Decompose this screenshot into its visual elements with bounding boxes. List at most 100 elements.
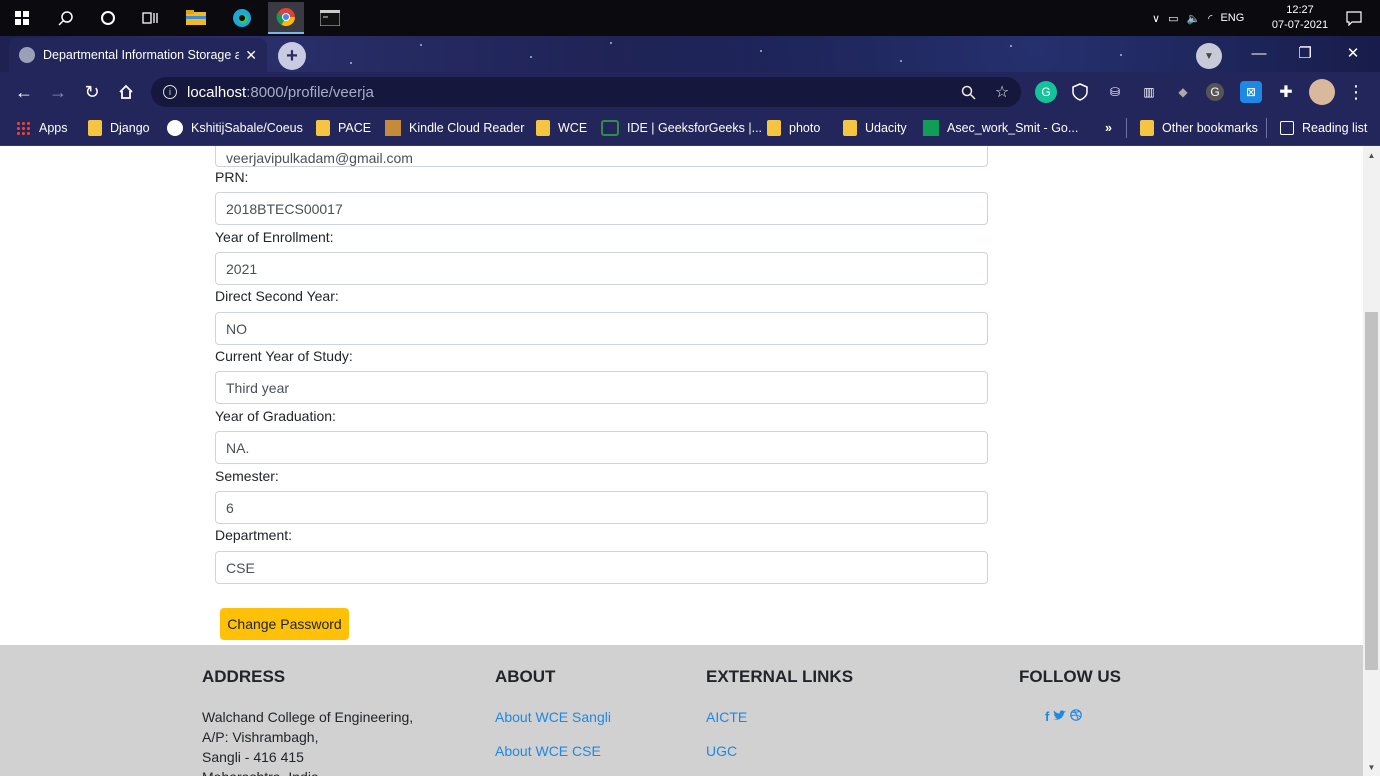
reload-icon[interactable]: ↻ xyxy=(80,80,104,104)
home-icon[interactable] xyxy=(114,80,138,104)
shield-icon[interactable] xyxy=(1069,81,1091,103)
scroll-thumb[interactable] xyxy=(1365,312,1378,670)
tab-active[interactable]: Departmental Information Storage a ✕ xyxy=(9,38,267,72)
account-extension-icon[interactable]: G xyxy=(1206,83,1224,101)
bookmark-wce[interactable]: WCE xyxy=(536,118,587,138)
folder-icon xyxy=(843,120,857,136)
battery-icon[interactable]: ▭ xyxy=(1168,12,1178,25)
bookmark-pace[interactable]: PACE xyxy=(316,118,371,138)
current-year-label: Current Year of Study: xyxy=(215,348,353,364)
bookmark-github[interactable]: KshitijSabale/Coeus xyxy=(167,118,303,138)
windows-taskbar: ∨ ▭ 🔈 ◜ ENG 12:27 07-07-2021 xyxy=(0,0,1380,36)
close-icon[interactable]: ✕ xyxy=(245,47,257,64)
bookmark-apps[interactable]: Apps xyxy=(16,118,68,138)
menu-dots-icon[interactable]: ⋮ xyxy=(1345,81,1367,103)
windows-start-icon[interactable] xyxy=(8,4,36,32)
scroll-up-icon[interactable]: ▲ xyxy=(1363,148,1380,162)
file-explorer-icon[interactable] xyxy=(182,4,210,32)
department-field[interactable]: CSE xyxy=(215,551,988,584)
prn-value: 2018BTECS00017 xyxy=(226,200,343,217)
taskbar-clock[interactable]: 12:27 07-07-2021 xyxy=(1268,3,1332,33)
twitter-icon[interactable] xyxy=(1053,709,1067,724)
tab-search-icon[interactable]: ▼ xyxy=(1196,43,1222,69)
direct-second-year-value: NO xyxy=(226,320,247,337)
bookmark-star-icon[interactable]: ☆ xyxy=(990,80,1014,104)
folder-icon xyxy=(536,120,550,136)
semester-label: Semester: xyxy=(215,468,279,484)
task-view-icon[interactable] xyxy=(136,4,164,32)
system-tray: ∨ ▭ 🔈 ◜ ENG xyxy=(1152,0,1244,36)
ugc-link[interactable]: UGC xyxy=(706,743,737,759)
screen-capture-icon[interactable]: ⊠ xyxy=(1240,81,1262,103)
chevron-up-icon[interactable]: ∨ xyxy=(1152,12,1160,25)
new-tab-button[interactable]: + xyxy=(278,42,306,70)
semester-field[interactable]: 6 xyxy=(215,491,988,524)
bookmark-label: Kindle Cloud Reader xyxy=(409,121,525,135)
department-label: Department: xyxy=(215,527,293,543)
address-line: Sangli - 416 415 xyxy=(202,749,304,765)
scroll-down-icon[interactable]: ▼ xyxy=(1363,760,1380,774)
zoom-icon[interactable] xyxy=(956,80,980,104)
department-value: CSE xyxy=(226,559,255,576)
other-bookmarks[interactable]: Other bookmarks xyxy=(1140,118,1258,138)
extension-icon[interactable]: ⛁ xyxy=(1104,81,1126,103)
forward-arrow-icon[interactable]: → xyxy=(46,80,70,104)
wifi-icon[interactable]: ◜ xyxy=(1208,12,1212,25)
about-wce-cse-link[interactable]: About WCE CSE xyxy=(495,743,601,759)
extensions-puzzle-icon[interactable]: ✚ xyxy=(1275,81,1297,103)
cortana-icon[interactable] xyxy=(94,4,122,32)
minimize-icon[interactable]: — xyxy=(1236,36,1282,70)
search-icon[interactable] xyxy=(52,4,80,32)
bookmark-kindle[interactable]: Kindle Cloud Reader xyxy=(385,118,524,138)
direct-second-year-field[interactable]: NO xyxy=(215,312,988,345)
reader-extension-icon[interactable]: ▥ xyxy=(1138,81,1160,103)
info-icon[interactable]: i xyxy=(163,85,177,99)
address-line: Walchand College of Engineering, xyxy=(202,709,414,725)
restore-icon[interactable]: ❐ xyxy=(1282,36,1328,70)
apps-grid-icon xyxy=(16,120,31,136)
enrollment-year-label: Year of Enrollment: xyxy=(215,229,334,245)
graduation-year-value: NA. xyxy=(226,439,250,456)
current-year-field[interactable]: Third year xyxy=(215,371,988,404)
tab-title: Departmental Information Storage a xyxy=(43,48,240,62)
graduation-year-field[interactable]: NA. xyxy=(215,431,988,464)
close-window-icon[interactable]: ✕ xyxy=(1330,36,1376,70)
bookmark-udacity[interactable]: Udacity xyxy=(843,118,907,138)
about-heading: ABOUT xyxy=(495,667,556,686)
language-indicator[interactable]: ENG xyxy=(1220,12,1244,24)
bookmark-label: PACE xyxy=(338,121,372,135)
bookmark-separator xyxy=(1126,118,1127,138)
more-bookmarks-button[interactable]: » xyxy=(1105,118,1112,138)
bookmark-geeksforgeeks[interactable]: IDE | GeeksforGeeks |... xyxy=(601,118,762,138)
enrollment-year-field[interactable]: 2021 xyxy=(215,252,988,285)
profile-avatar-icon[interactable] xyxy=(1309,79,1335,105)
notification-icon[interactable] xyxy=(1340,4,1368,32)
bookmark-separator xyxy=(1266,118,1267,138)
bookmark-sheets[interactable]: Asec_work_Smit - Go... xyxy=(923,118,1078,138)
terminal-icon[interactable] xyxy=(316,4,344,32)
facebook-icon[interactable]: f xyxy=(1045,709,1049,724)
grammarly-icon[interactable]: G xyxy=(1035,81,1057,103)
prn-field[interactable]: 2018BTECS00017 xyxy=(215,192,988,225)
reading-list[interactable]: Reading list xyxy=(1280,118,1367,138)
address-bar[interactable]: i localhost:8000/profile/veerja xyxy=(151,77,1021,107)
dribbble-icon[interactable] xyxy=(1070,709,1083,724)
about-wce-sangli-link[interactable]: About WCE Sangli xyxy=(495,709,611,725)
volume-icon[interactable]: 🔈 xyxy=(1186,12,1200,25)
edge-browser-icon[interactable] xyxy=(228,4,256,32)
puzzle-extension-icon[interactable]: ◆ xyxy=(1172,81,1194,103)
reading-list-icon xyxy=(1280,121,1294,135)
chrome-taskbar-icon[interactable] xyxy=(268,2,304,34)
bookmark-photo[interactable]: photo xyxy=(767,118,820,138)
change-password-button[interactable]: Change Password xyxy=(220,608,349,640)
email-value: veerjavipulkadam@gmail.com xyxy=(226,149,413,166)
aicte-link[interactable]: AICTE xyxy=(706,709,747,725)
sheets-icon xyxy=(923,120,939,136)
address-heading: ADDRESS xyxy=(202,667,286,686)
bookmark-django[interactable]: Django xyxy=(88,118,150,138)
bookmark-label: Apps xyxy=(39,121,68,135)
bookmark-label: IDE | GeeksforGeeks |... xyxy=(627,121,763,135)
folder-icon xyxy=(316,120,330,136)
back-arrow-icon[interactable]: ← xyxy=(12,80,36,104)
bookmark-label: Other bookmarks xyxy=(1162,121,1258,135)
